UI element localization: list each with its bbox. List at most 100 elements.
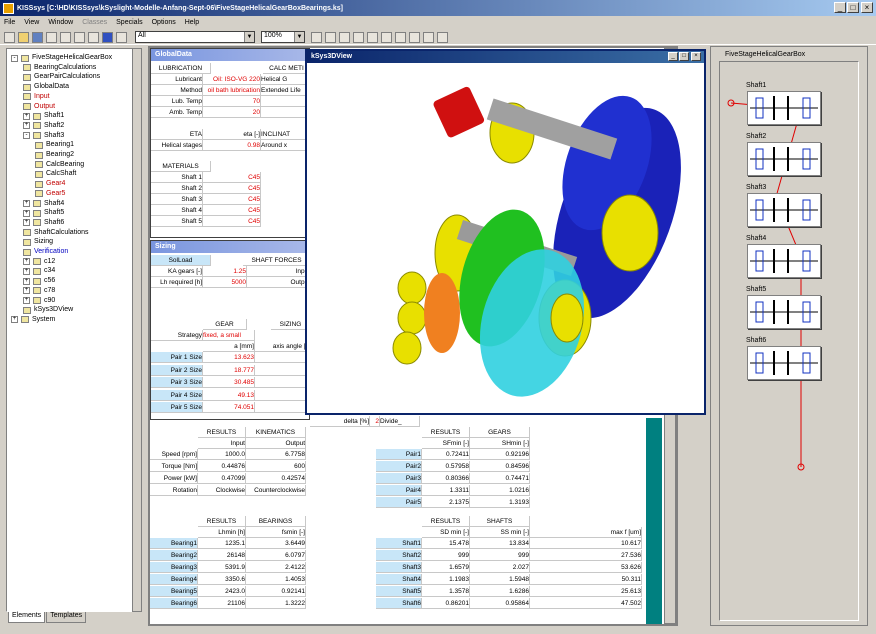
expand-icon[interactable]: +	[23, 209, 30, 217]
row-label[interactable]: Pair2	[376, 461, 422, 472]
menu-help[interactable]: Help	[185, 19, 199, 26]
print-icon[interactable]	[46, 31, 57, 43]
row-label[interactable]: Method	[151, 85, 203, 96]
row-value[interactable]: 13.834	[470, 538, 530, 549]
section-header[interactable]: GEAR	[203, 319, 247, 330]
menu-window[interactable]: Window	[48, 19, 73, 26]
row-value[interactable]: C45	[203, 216, 261, 227]
row-value[interactable]: 1.1983	[422, 574, 470, 585]
row-value[interactable]: 5391.9	[198, 562, 246, 573]
view3d-minimize[interactable]: _	[668, 52, 678, 61]
row-value[interactable]: 18.777	[203, 364, 255, 376]
row-value[interactable]: 21106	[198, 598, 246, 609]
tree-item[interactable]: BearingCalculations	[23, 63, 96, 73]
gearbox-3d-render[interactable]	[307, 63, 704, 413]
shaft-schematic[interactable]: Shaft4	[746, 235, 821, 278]
row-label[interactable]: Pair 3 Size	[151, 377, 203, 388]
row-label[interactable]: Pair 1 Size	[151, 352, 203, 363]
row-value[interactable]: 27.536	[530, 550, 642, 561]
tree-item[interactable]: - FiveStageHelicalGearBox	[11, 53, 112, 63]
row-value[interactable]: 1.3578	[422, 586, 470, 597]
row-extra[interactable]: Around x	[261, 140, 311, 151]
expand-icon[interactable]: +	[23, 287, 30, 295]
shaded-icon[interactable]	[423, 31, 434, 43]
section-header[interactable]: SHAFTS	[470, 516, 530, 527]
row-label[interactable]: Shaft4	[376, 574, 422, 585]
row-value[interactable]: 0.74471	[470, 473, 530, 484]
row-label[interactable]: Torque [Nm]	[150, 461, 198, 472]
row-value[interactable]: 999	[422, 550, 470, 561]
row-label[interactable]: Shaft 5	[151, 216, 203, 227]
menu-options[interactable]: Options	[152, 19, 176, 26]
expand-icon[interactable]: +	[23, 219, 30, 227]
open-folder-icon[interactable]	[18, 31, 29, 43]
shaft-schematic[interactable]: Shaft5	[746, 286, 821, 329]
row-value[interactable]: 0.57958	[422, 461, 470, 472]
tree-item[interactable]: + Shaft1	[23, 111, 64, 121]
row-value[interactable]: 0.47099	[198, 473, 246, 484]
row-value[interactable]: 25.613	[530, 586, 642, 597]
row-label[interactable]: Shaft1	[376, 538, 422, 549]
row-value[interactable]: 1.6579	[422, 562, 470, 573]
row-value[interactable]: 1.3311	[422, 485, 470, 496]
save-icon[interactable]	[32, 31, 43, 43]
expand-icon[interactable]: +	[23, 267, 30, 275]
row-value[interactable]: 15.478	[422, 538, 470, 549]
info-icon[interactable]	[102, 31, 113, 43]
filter-select[interactable]: All ▼	[135, 31, 255, 43]
tree-item[interactable]: + System	[11, 315, 55, 325]
section-header[interactable]: RESULTS	[422, 427, 470, 438]
tree-item[interactable]: + c12	[23, 257, 55, 267]
row-value[interactable]: 0	[255, 352, 311, 363]
row-value[interactable]: 0.98	[203, 140, 261, 151]
section-header[interactable]: BEARINGS	[246, 516, 306, 527]
row-label[interactable]: Divide_	[380, 416, 420, 427]
row-label[interactable]: SHmin [-]	[470, 438, 530, 449]
row-value[interactable]: 1.4053	[246, 574, 306, 585]
print-preview-icon[interactable]	[60, 31, 71, 43]
row-label[interactable]: Amb. Temp	[151, 107, 203, 118]
expand-icon[interactable]: +	[23, 122, 30, 130]
row-value[interactable]: 0.92141	[246, 586, 306, 597]
row-label[interactable]: Helical stages	[151, 140, 203, 151]
tree-item[interactable]: + Shaft6	[23, 218, 64, 228]
row-label[interactable]: fsmin [-]	[246, 527, 306, 538]
row-value[interactable]: 1.3222	[246, 598, 306, 609]
section-header[interactable]: SHAFT FORCES	[243, 255, 311, 266]
view-right-icon[interactable]	[353, 31, 364, 43]
row-label[interactable]: Lhmin [h]	[198, 527, 246, 538]
row-label[interactable]: Shaft 4	[151, 205, 203, 216]
collapse-icon[interactable]: -	[23, 132, 30, 140]
section-header[interactable]: GEARS	[470, 427, 530, 438]
row-label[interactable]: Bearing6	[150, 598, 198, 609]
row-label[interactable]: Output	[246, 438, 306, 449]
section-header[interactable]: MATERIALS	[151, 161, 211, 172]
tree-item[interactable]: + c78	[23, 286, 55, 296]
row-value[interactable]: 0.92196	[470, 449, 530, 460]
section-header[interactable]: KINEMATICS	[246, 427, 306, 438]
row-value[interactable]: 0.44876	[198, 461, 246, 472]
row-label[interactable]: Bearing5	[150, 586, 198, 597]
tree-scrollbar[interactable]	[132, 48, 142, 612]
row-value[interactable]: 20	[203, 107, 261, 118]
row-value[interactable]: Oil: ISO-VG 220	[203, 74, 261, 85]
row-value[interactable]: oil bath lubrication	[203, 85, 261, 96]
row-value[interactable]: C45	[203, 172, 261, 183]
row-label[interactable]: SD min [-]	[422, 527, 470, 538]
view-iso-icon[interactable]	[395, 31, 406, 43]
view-back-icon[interactable]	[325, 31, 336, 43]
row-value[interactable]: 0.86201	[422, 598, 470, 609]
row-label[interactable]: Pair3	[376, 473, 422, 484]
row-label[interactable]: Strategy	[151, 330, 203, 341]
row-label[interactable]: INCLINAT	[261, 129, 311, 140]
row-value[interactable]: 0.80366	[422, 473, 470, 484]
row-value[interactable]: 47.502	[530, 598, 642, 609]
row-value[interactable]: 74.051	[203, 402, 255, 413]
tree-item[interactable]: Gear5	[35, 189, 65, 199]
row-value[interactable]: 6.0797	[246, 550, 306, 561]
tree-item[interactable]: ShaftCalculations	[23, 228, 88, 238]
row-label[interactable]: Input	[198, 438, 246, 449]
shaft-schematic[interactable]: Shaft2	[746, 133, 821, 176]
expand-icon[interactable]: +	[23, 297, 30, 304]
row-value[interactable]: C45	[203, 194, 261, 205]
